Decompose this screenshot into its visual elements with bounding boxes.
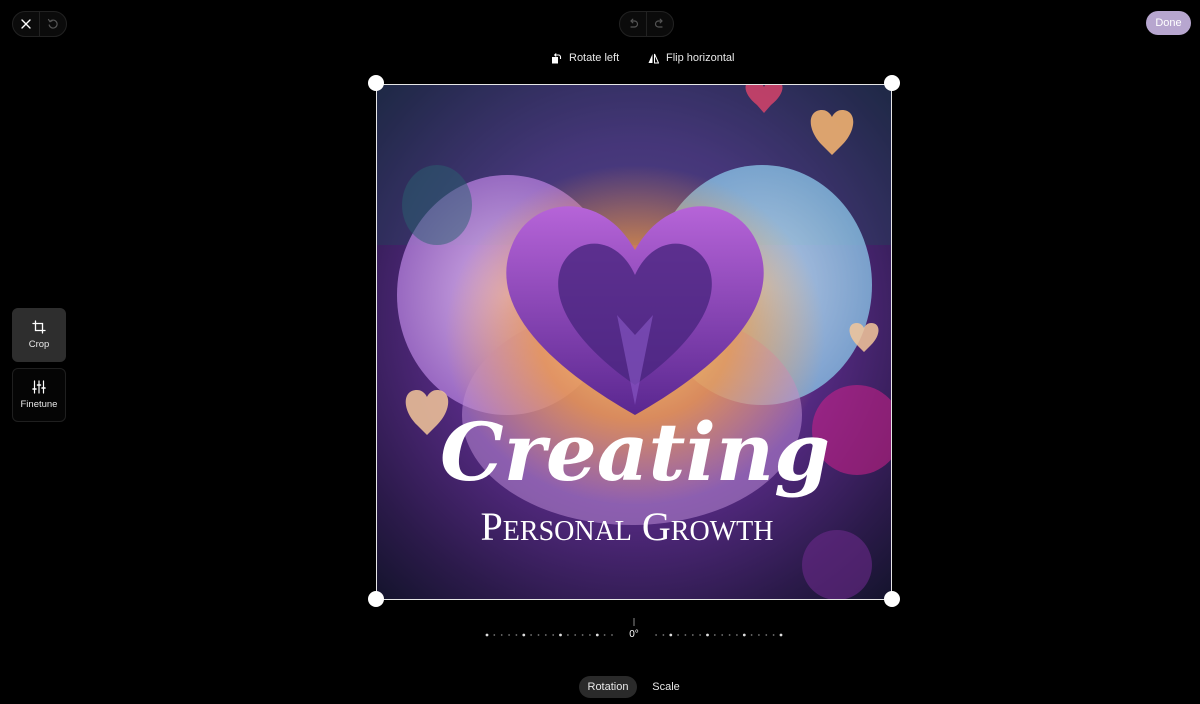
- ruler-tick: [508, 634, 510, 636]
- crop-handle-top-left[interactable]: [368, 75, 384, 91]
- artwork-subtitle-text: Personal Growth: [481, 504, 774, 549]
- image-canvas[interactable]: Creating Personal Growth: [376, 84, 892, 600]
- close-icon: [21, 19, 31, 29]
- rotate-left-label: Rotate left: [569, 52, 620, 64]
- history-controls: [619, 11, 674, 37]
- flip-horizontal-label: Flip horizontal: [666, 52, 735, 64]
- close-button[interactable]: [13, 12, 39, 36]
- ruler-tick: [589, 634, 591, 636]
- tool-finetune[interactable]: Finetune: [12, 368, 66, 422]
- redo-icon: [654, 18, 663, 28]
- ruler-tick: [559, 633, 562, 637]
- ruler-tick: [522, 633, 526, 637]
- tool-crop[interactable]: Crop: [12, 308, 66, 362]
- tab-scale[interactable]: Scale: [645, 676, 687, 698]
- ruler-tick: [669, 633, 673, 637]
- ruler-tick: [530, 634, 532, 636]
- ruler-tick: [713, 634, 716, 636]
- ruler-tick: [515, 634, 518, 636]
- rotate-left-icon: [552, 53, 562, 64]
- ruler-tick: [611, 634, 613, 636]
- redo-button[interactable]: [647, 12, 673, 36]
- undo-button[interactable]: [620, 12, 646, 36]
- done-button[interactable]: Done: [1146, 11, 1191, 35]
- artwork-title-text: Creating: [440, 405, 830, 499]
- crop-handle-bottom-left[interactable]: [368, 591, 384, 607]
- ruler-tick: [603, 634, 606, 636]
- revert-button[interactable]: [40, 12, 66, 36]
- ruler-tick: [567, 634, 569, 636]
- tab-rotation[interactable]: Rotation: [579, 676, 637, 698]
- ruler-tick: [706, 633, 709, 637]
- ruler-tick: [750, 634, 753, 636]
- ruler-tick: [736, 634, 738, 636]
- ruler-tick: [779, 633, 783, 637]
- crop-icon: [32, 320, 46, 334]
- ruler-tick: [595, 633, 599, 637]
- ruler-tick: [677, 634, 679, 636]
- ruler-tick: [500, 634, 503, 636]
- crop-handle-bottom-right[interactable]: [884, 591, 900, 607]
- undo-icon: [630, 18, 639, 28]
- ruler-tick: [772, 634, 775, 636]
- ruler-tick: [655, 634, 657, 636]
- top-left-controls: [12, 11, 67, 37]
- tool-finetune-label: Finetune: [20, 399, 58, 410]
- ruler-tick: [662, 634, 665, 636]
- ruler-tick: [485, 633, 489, 637]
- ruler-tick: [699, 634, 701, 636]
- revert-icon: [47, 18, 58, 29]
- rotation-readout: 0°: [629, 629, 639, 640]
- ruler-tick: [742, 633, 746, 637]
- sliders-icon: [32, 380, 46, 394]
- ruler-tick: [765, 634, 768, 636]
- ruler-tick: [552, 634, 555, 636]
- tool-crop-label: Crop: [28, 339, 50, 350]
- ruler-tick: [493, 634, 496, 636]
- flip-horizontal-button[interactable]: Flip horizontal: [648, 50, 734, 66]
- ruler-tick: [721, 634, 724, 636]
- crop-handle-top-right[interactable]: [884, 75, 900, 91]
- ruler-tick: [544, 634, 547, 636]
- artwork-image: Creating Personal Growth: [377, 85, 891, 599]
- ruler-tick: [581, 634, 584, 636]
- rotate-left-button[interactable]: Rotate left: [551, 50, 619, 66]
- ruler-tick: [537, 634, 540, 636]
- ruler-tick: [691, 634, 694, 636]
- flip-horizontal-icon: [648, 53, 659, 63]
- ruler-tick: [684, 634, 687, 636]
- ruler-tick: [758, 634, 760, 636]
- ruler-tick: [574, 634, 577, 636]
- ruler-tick: [728, 634, 731, 636]
